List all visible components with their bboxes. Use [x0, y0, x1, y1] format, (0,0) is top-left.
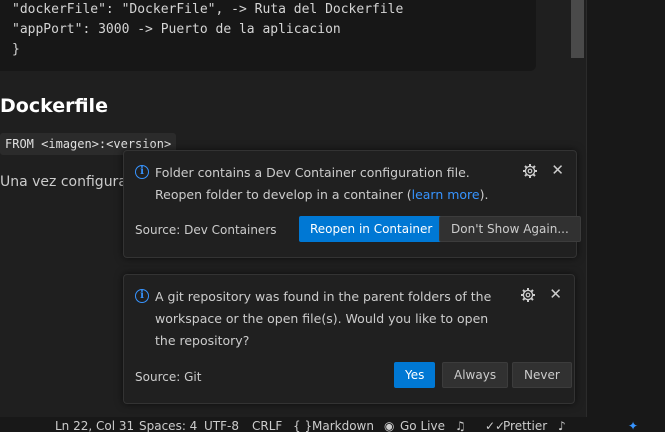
code-line: } [12, 42, 20, 57]
notification-source: Source: Git [135, 370, 202, 384]
message-text-end: ). [479, 187, 489, 202]
info-icon: i [135, 289, 149, 303]
code-line: "dockerFile": "DockerFile", -> Ruta del … [12, 2, 404, 17]
scrollbar-thumb[interactable] [571, 0, 584, 58]
never-button[interactable]: Never [512, 362, 572, 388]
encoding[interactable]: UTF-8 [204, 419, 239, 432]
dont-show-again-button[interactable]: Don't Show Again... [439, 216, 581, 242]
code-line: "appPort": 3000 -> Puerto de la aplicaci… [12, 22, 341, 37]
language-mode[interactable]: Markdown [312, 419, 374, 432]
cursor-position[interactable]: Ln 22, Col 31 [55, 419, 134, 432]
reopen-in-container-button[interactable]: Reopen in Container [299, 216, 444, 242]
paragraph-text: Una vez configura [0, 174, 127, 190]
yes-button[interactable]: Yes [394, 362, 436, 388]
devcontainer-notification: i Folder contains a Dev Container config… [123, 150, 581, 258]
status-bar: Ln 22, Col 31 Spaces: 4 UTF-8 CRLF { } M… [0, 417, 665, 432]
gear-icon[interactable] [522, 163, 538, 179]
learn-more-link[interactable]: learn more [412, 187, 480, 202]
info-icon: i [135, 165, 149, 179]
prettier-button[interactable]: Prettier [503, 419, 547, 432]
broadcast-icon: ◉ [384, 419, 395, 432]
go-live-button[interactable]: Go Live [400, 419, 445, 432]
notification-message: A git repository was found in the parent… [155, 289, 492, 348]
gear-icon[interactable] [520, 287, 536, 303]
indentation[interactable]: Spaces: 4 [139, 419, 197, 432]
end-of-line[interactable]: CRLF [252, 419, 282, 432]
section-heading: Dockerfile [0, 95, 108, 117]
code-block: "dockerFile": "DockerFile", -> Ruta del … [0, 0, 536, 71]
notification-bell-icon[interactable]: ♫ [455, 419, 466, 432]
notification-message: Folder contains a Dev Container configur… [155, 162, 493, 206]
bell-icon[interactable]: ♪ [558, 419, 566, 432]
git-repository-notification: i A git repository was found in the pare… [123, 274, 575, 404]
notification-source: Source: Dev Containers [135, 223, 277, 237]
braces-icon: { } [293, 419, 313, 432]
right-pane [587, 0, 665, 417]
close-icon[interactable]: ✕ [549, 285, 562, 303]
slack-icon[interactable]: ✦ [628, 419, 638, 432]
close-icon[interactable]: ✕ [551, 161, 564, 179]
always-button[interactable]: Always [442, 362, 509, 388]
